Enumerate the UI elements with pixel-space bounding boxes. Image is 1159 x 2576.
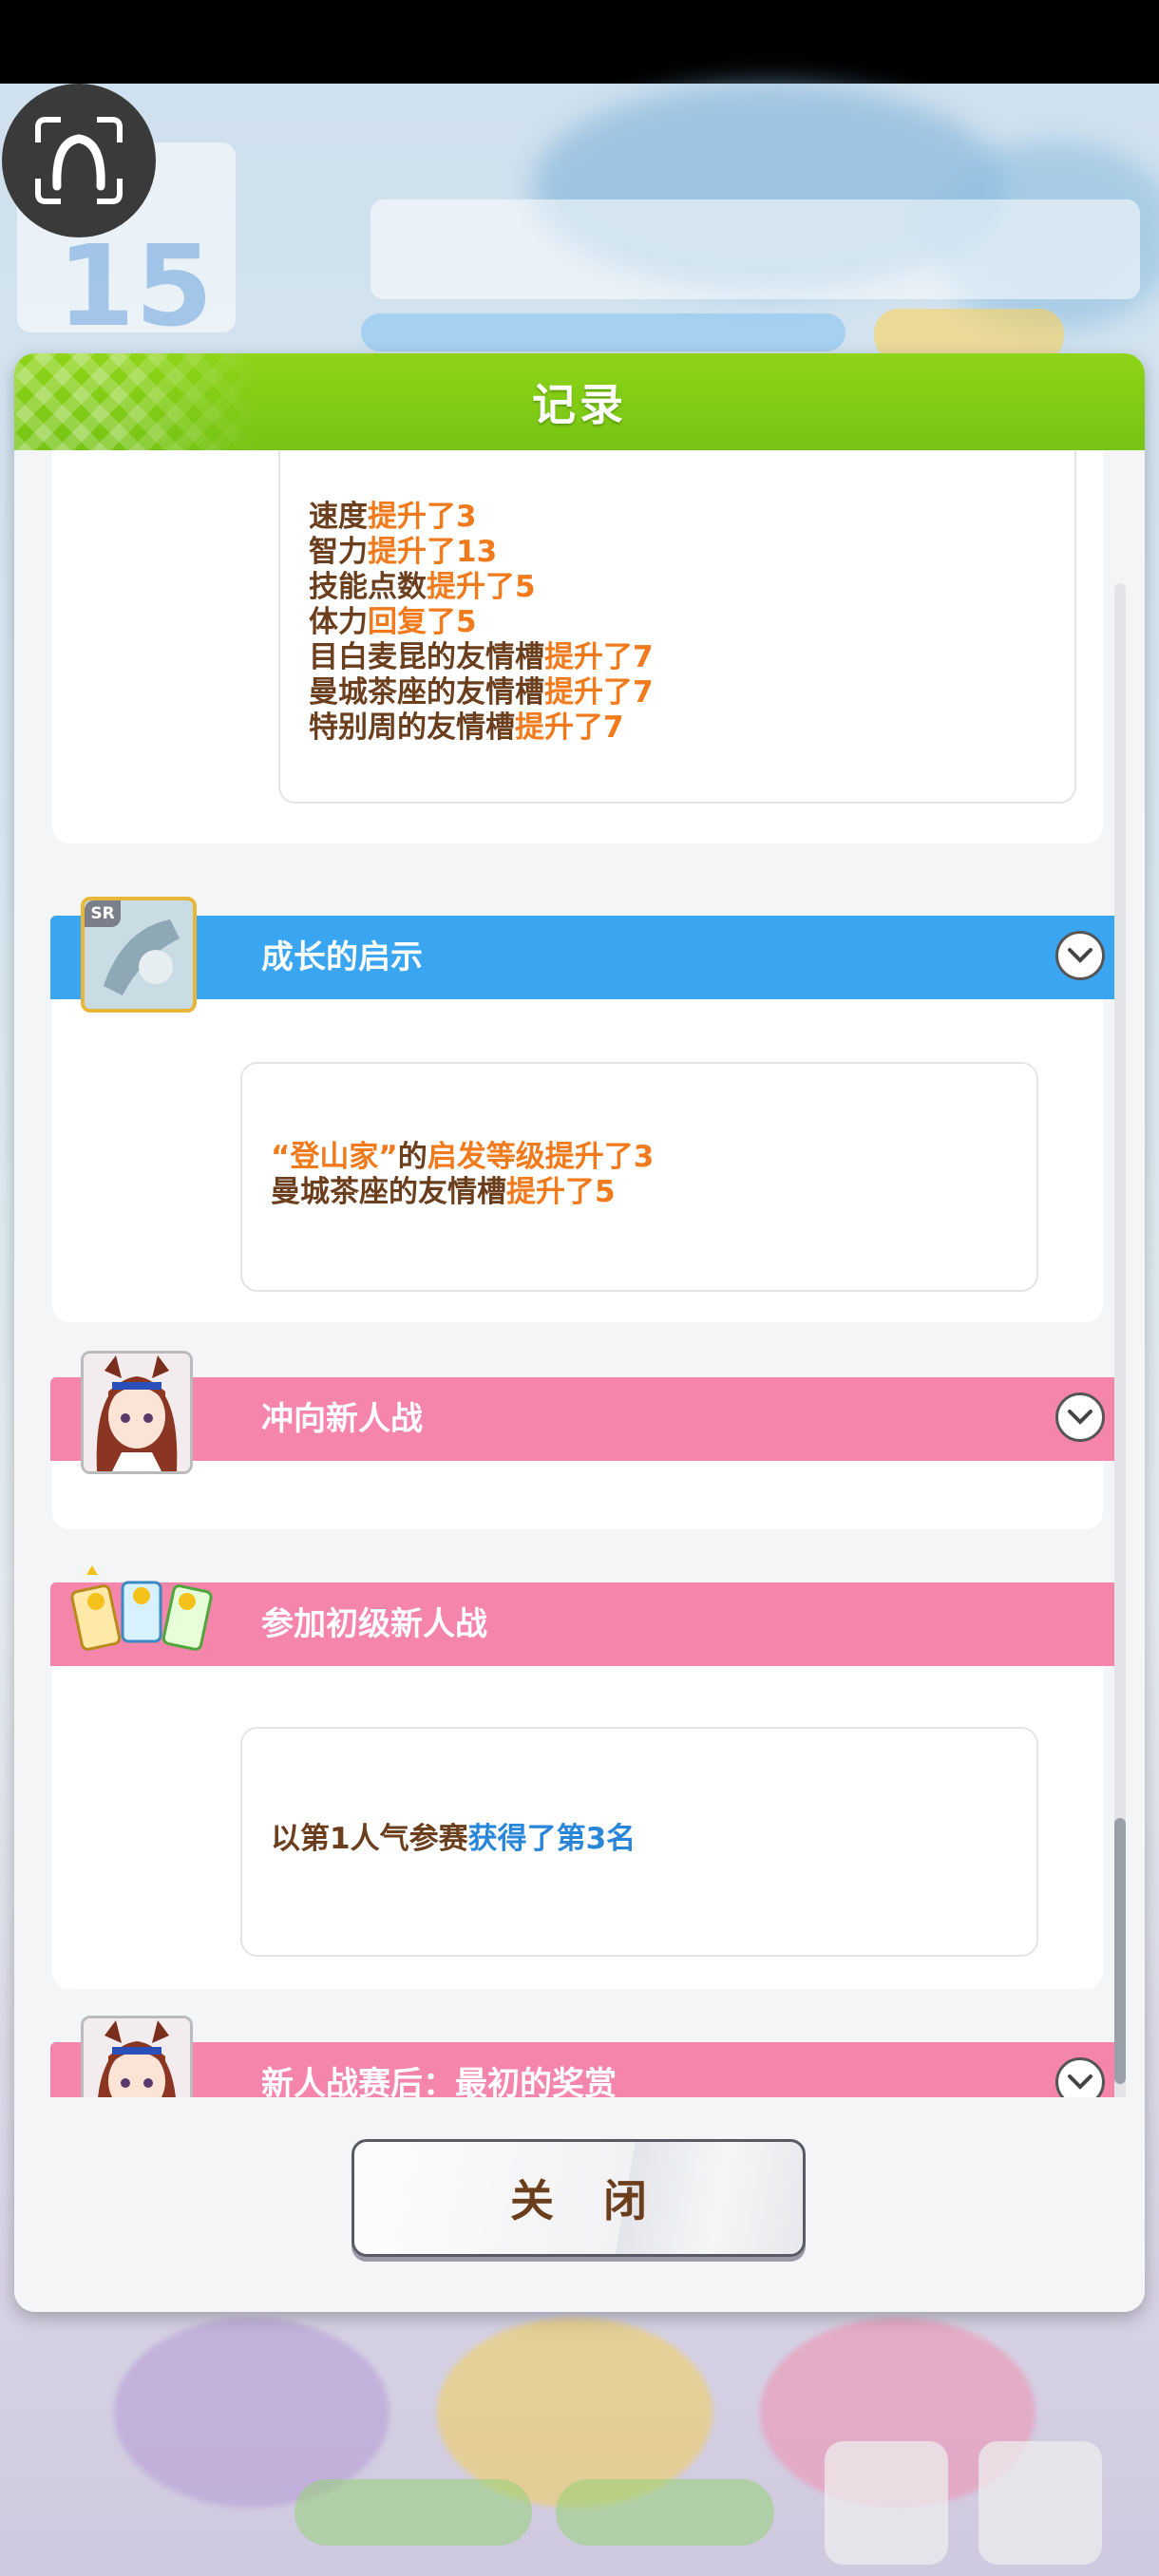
detail-line: 体力回复了5 [309, 605, 477, 639]
bg-turn-number: 15 [57, 220, 214, 351]
dialog-title: 记录 [532, 379, 627, 430]
event-header-rookie-race[interactable]: 冲向新人战 [50, 1377, 1120, 1461]
chevron-down-icon[interactable] [1055, 931, 1105, 980]
race-cards-icon [67, 1562, 219, 1668]
bg-pill-left [294, 2479, 532, 2546]
record-dialog: 记录 速度提升了3 智力提升了13 技能点数提升了5 体力回复了5 目白麦昆的友… [14, 353, 1145, 2312]
event-card: 速度提升了3 智力提升了13 技能点数提升了5 体力回复了5 目白麦昆的友情槽提… [52, 450, 1103, 843]
bg-goal-panel [370, 199, 1140, 299]
detail-line: 以第1人气参赛获得了第3名 [271, 1822, 636, 1856]
record-list[interactable]: 速度提升了3 智力提升了13 技能点数提升了5 体力回复了5 目白麦昆的友情槽提… [14, 450, 1145, 2097]
bg-pill-right [556, 2479, 774, 2546]
dialog-footer: 关 闭 [14, 2097, 1145, 2312]
detail-line: 智力提升了13 [309, 535, 498, 569]
detail-line: 特别周的友情槽提升了7 [309, 710, 624, 745]
detail-line: “登山家”的启发等级提升了3 [271, 1140, 655, 1174]
event-header-first-reward[interactable]: 新人战赛后：最初的奖赏 [50, 2042, 1120, 2097]
event-header-growth-hint[interactable]: 成长的启示 [50, 916, 1120, 999]
detail-line: 曼城茶座的友情槽提升了5 [271, 1175, 616, 1209]
chevron-down-icon[interactable] [1055, 1392, 1105, 1442]
horse-girl-avatar [81, 2016, 193, 2097]
dialog-header: 记录 [14, 353, 1145, 450]
camera-face-icon[interactable] [2, 84, 156, 237]
bg-skill-button [825, 2441, 948, 2565]
bg-menu-button [978, 2441, 1102, 2565]
support-card-thumbnail: SR [81, 897, 197, 1013]
close-button[interactable]: 关 闭 [352, 2139, 806, 2257]
event-detail-box: 以第1人气参赛获得了第3名 [240, 1727, 1038, 1957]
status-bar [0, 0, 1159, 84]
scrollbar-thumb[interactable] [1114, 1818, 1126, 2084]
detail-line: 曼城茶座的友情槽提升了7 [309, 675, 654, 710]
event-detail-box: 速度提升了3 智力提升了13 技能点数提升了5 体力回复了5 目白麦昆的友情槽提… [278, 450, 1076, 804]
detail-line: 技能点数提升了5 [309, 570, 536, 604]
horse-girl-avatar [81, 1351, 193, 1474]
bg-energy-bar [361, 313, 846, 351]
detail-line: 目白麦昆的友情槽提升了7 [309, 640, 654, 674]
detail-line: 速度提升了3 [309, 500, 477, 534]
chevron-down-icon[interactable] [1055, 2057, 1105, 2097]
event-detail-box: “登山家”的启发等级提升了3 曼城茶座的友情槽提升了5 [240, 1062, 1038, 1292]
header-pattern [14, 353, 261, 450]
